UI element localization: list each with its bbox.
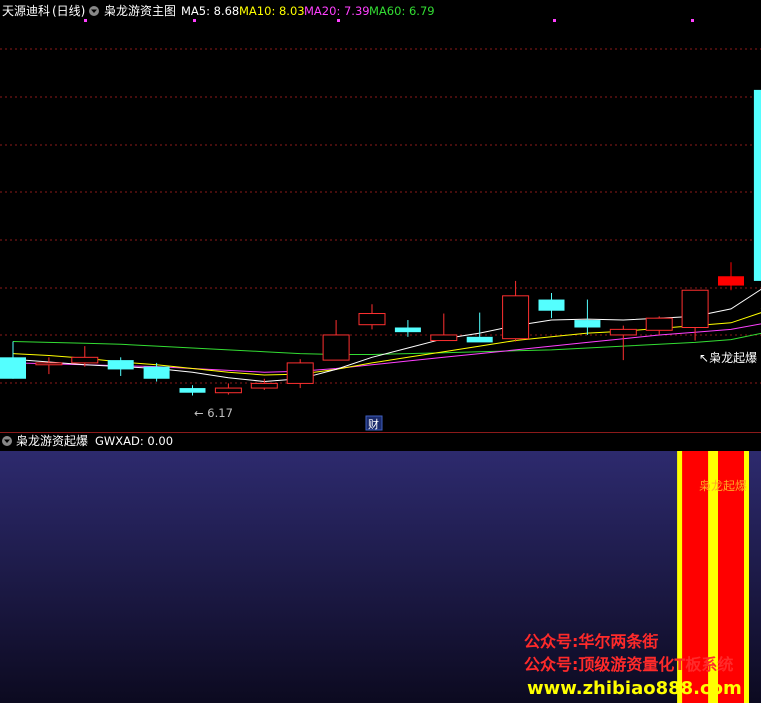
candle-body <box>681 289 709 328</box>
candle-body <box>286 362 314 384</box>
candle-body <box>502 295 530 340</box>
candle-body <box>71 356 99 364</box>
candle-body <box>718 276 744 286</box>
candle-body <box>0 357 26 379</box>
candle-body <box>538 299 565 311</box>
watermark-line-1: 公众号:华尔两条街 <box>524 632 658 651</box>
main-header: 天源迪科 (日线) 枭龙游资主图 MA5: 8.68 MA10: 8.03 MA… <box>2 3 435 18</box>
ma10-readout: MA10: 8.03 <box>239 4 305 18</box>
sub-signal-label: 枭龙起爆 <box>699 478 747 493</box>
watermark-line-3: www.zhibiao888.com <box>527 678 742 699</box>
candle-body <box>107 360 134 370</box>
candle-body <box>214 387 242 394</box>
candle-body <box>35 362 63 366</box>
candle-body <box>466 336 493 343</box>
low-price-label: ← 6.17 <box>194 406 233 420</box>
ma60-readout: MA60: 6.79 <box>369 4 435 18</box>
candle-body <box>250 382 278 389</box>
candle-body <box>753 89 761 281</box>
chart-canvas: 天源迪科 (日线) 枭龙游资主图 MA5: 8.68 MA10: 8.03 MA… <box>0 0 761 703</box>
indicator-title: 枭龙游资主图 <box>104 3 176 18</box>
candle-body <box>430 334 458 342</box>
candle-body <box>609 328 637 336</box>
svg-text:财: 财 <box>368 417 379 431</box>
ma5-readout: MA5: 8.68 <box>181 4 239 18</box>
candle-body <box>322 334 350 361</box>
watermark-line-2: 公众号:顶级游资量化T板系统 <box>524 655 733 674</box>
ma20-readout: MA20: 7.39 <box>304 4 370 18</box>
sub-indicator-title: 枭龙游资起爆 <box>16 433 88 448</box>
signal-arrow-label: ↖枭龙起爆 <box>699 350 757 365</box>
cai-badge[interactable]: 财 <box>365 415 383 431</box>
sub-header: 枭龙游资起爆 GWXAD: 0.00 <box>2 433 173 448</box>
panel-divider <box>0 432 761 433</box>
period-label: (日线) <box>52 4 85 18</box>
candle-body <box>645 317 673 331</box>
candle <box>286 359 314 389</box>
candle-body <box>143 366 170 379</box>
candle <box>753 89 761 281</box>
stock-name: 天源迪科 <box>2 4 50 18</box>
candle-body <box>394 327 421 333</box>
gwxad-readout: GWXAD: 0.00 <box>95 434 173 448</box>
candle-body <box>574 320 601 328</box>
candle-body <box>179 388 206 393</box>
sub-collapse-icon[interactable] <box>2 436 12 446</box>
collapse-icon[interactable] <box>89 6 99 16</box>
candle-body <box>358 313 386 326</box>
